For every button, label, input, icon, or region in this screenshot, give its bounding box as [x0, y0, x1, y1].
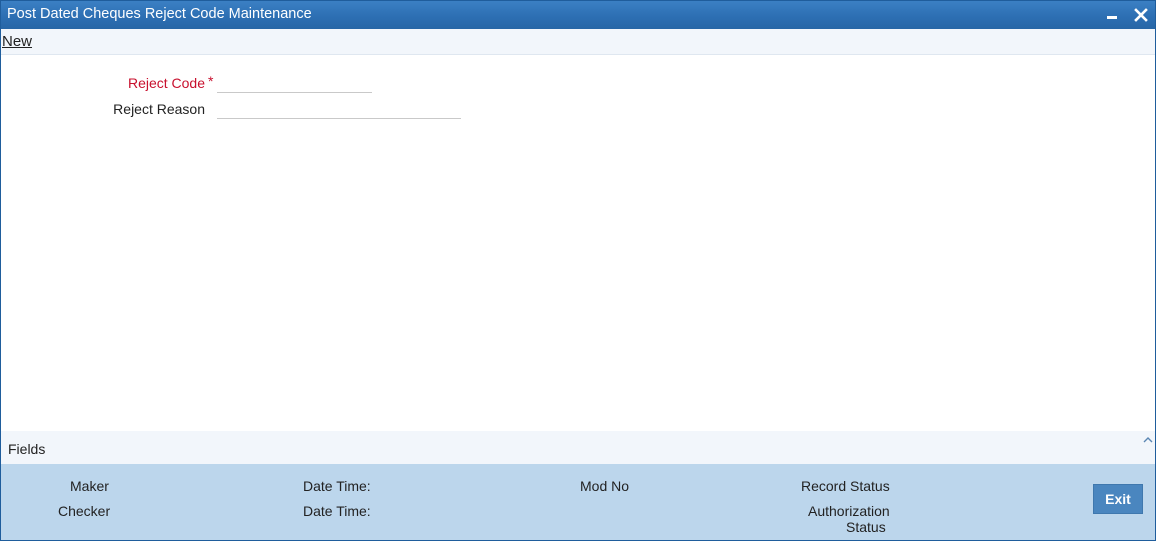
fields-section-header: Fields	[1, 431, 1155, 464]
form-area: Reject Code * Reject Reason	[1, 55, 1155, 431]
close-button[interactable]	[1131, 5, 1151, 25]
chevron-up-icon[interactable]	[1141, 434, 1155, 446]
fields-section-label: Fields	[8, 441, 46, 457]
reject-code-input[interactable]	[217, 73, 372, 93]
reject-reason-input[interactable]	[217, 99, 461, 119]
audit-panel: Maker Date Time: Mod No Record Status Ch…	[1, 464, 1155, 540]
required-indicator: *	[208, 73, 214, 89]
reject-code-label: Reject Code	[127, 75, 205, 91]
reject-reason-label: Reject Reason	[113, 101, 205, 117]
maker-date-time-label: Date Time:	[303, 478, 371, 494]
new-menu-item[interactable]: New	[2, 33, 32, 50]
maintenance-window: Post Dated Cheques Reject Code Maintenan…	[0, 0, 1156, 541]
authorization-status-label-line2: Status	[846, 519, 886, 535]
exit-button[interactable]: Exit	[1093, 484, 1143, 514]
record-status-label: Record Status	[801, 478, 890, 494]
minimize-icon	[1107, 16, 1117, 19]
menu-bar: New	[1, 29, 1155, 55]
minimize-button[interactable]	[1103, 5, 1123, 25]
checker-label: Checker	[58, 503, 111, 519]
window-title: Post Dated Cheques Reject Code Maintenan…	[7, 6, 312, 22]
authorization-status-label-line1: Authorization	[808, 503, 890, 519]
maker-label: Maker	[70, 478, 109, 494]
title-bar[interactable]: Post Dated Cheques Reject Code Maintenan…	[1, 1, 1155, 29]
close-icon	[1134, 8, 1148, 22]
checker-date-time-label: Date Time:	[303, 503, 371, 519]
mod-no-label: Mod No	[580, 478, 630, 494]
